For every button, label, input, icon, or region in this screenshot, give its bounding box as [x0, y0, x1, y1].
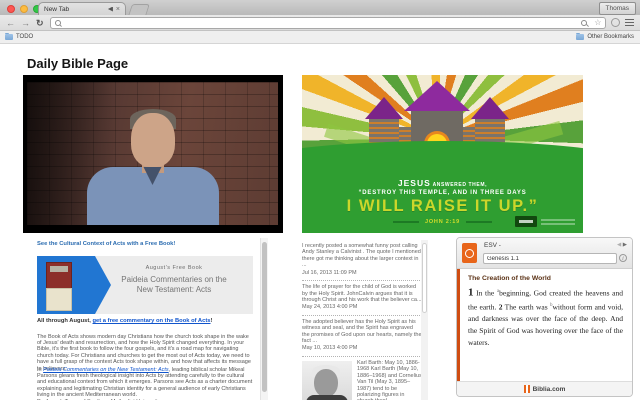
passage-heading: The Creation of the World	[468, 275, 551, 282]
search-icon	[54, 19, 61, 26]
feed-item[interactable]: The life of prayer for the child of God …	[302, 281, 422, 316]
feed-item[interactable]: Karl Barth: May 10, 1886-1968 Karl Barth…	[302, 357, 422, 400]
acts-paragraph-2: In Paideia Commentaries on the New Testa…	[37, 366, 253, 399]
free-commentary-link[interactable]: get a free commentary on the Book of Act…	[93, 318, 211, 324]
feed-item-time: Jul 16, 2013 11:09 PM	[302, 269, 357, 276]
close-window-button[interactable]	[7, 4, 15, 13]
feed-scrollbar-thumb[interactable]	[422, 243, 427, 313]
blog-feed: I recently posted a somewhat funny post …	[302, 240, 422, 400]
banner-kicker: August's Free Book	[145, 265, 203, 271]
video-frame	[27, 82, 278, 225]
page-title: Daily Bible Page	[27, 55, 129, 71]
window-controls	[7, 4, 41, 13]
previous-chapter-icon[interactable]: ◀	[617, 242, 621, 248]
acts-article: See the Cultural Context of Acts with a …	[37, 241, 253, 400]
biblia-footer-icon	[523, 385, 530, 393]
feed-item-text: I recently posted a somewhat funny post …	[302, 243, 421, 269]
verse-reference: JOHN 2:19	[424, 219, 461, 225]
book-cover-bottom	[46, 288, 72, 311]
feed-item[interactable]: I recently posted a somewhat funny post …	[302, 240, 422, 282]
browser-window: New Tab × Thomas ← → ↻ ☆ TODO Other Book…	[0, 0, 640, 400]
folder-icon	[5, 32, 13, 40]
menu-icon[interactable]	[625, 19, 635, 26]
address-bar[interactable]: ☆	[49, 16, 607, 29]
feed-item-text: The life of prayer for the child of God …	[302, 284, 422, 303]
minimize-window-button[interactable]	[20, 4, 28, 13]
paideia-link[interactable]: Paideia Commentaries on the New Testamen…	[43, 367, 169, 373]
free-book-banner[interactable]: August's Free Book Paideia Commentaries …	[37, 256, 253, 314]
poster-attribution	[515, 216, 575, 227]
biblia-logo-icon	[462, 243, 477, 263]
zoom-level-icon[interactable]	[581, 19, 588, 26]
acts-scrollbar-thumb[interactable]	[262, 242, 267, 392]
tab-new-tab[interactable]: New Tab ×	[38, 2, 126, 15]
attribution-lines	[541, 217, 575, 227]
esv-passage: The Creation of the World 1 In the abegi…	[457, 269, 632, 384]
biblia-link[interactable]: Biblia.com	[533, 386, 566, 393]
esv-widget-footer: Biblia.com	[457, 381, 632, 396]
feed-item[interactable]: The adopted believer has the Holy Spirit…	[302, 316, 422, 357]
back-icon[interactable]: ←	[6, 18, 15, 28]
esv-version-selector[interactable]: ESV -	[484, 242, 501, 249]
forward-icon[interactable]: →	[21, 18, 30, 28]
acts-scrollbar[interactable]	[260, 238, 268, 400]
window-titlebar: New Tab × Thomas	[0, 0, 640, 16]
feed-item-text: The adopted believer has the Holy Spirit…	[302, 318, 422, 345]
bookmark-folder-todo[interactable]: TODO	[5, 32, 34, 40]
profile-button[interactable]: Thomas	[598, 2, 636, 15]
biblescreen-badge	[515, 216, 537, 227]
tab-close-icon[interactable]: ×	[116, 6, 120, 13]
esv-widget-header: ESV - ◀ ▶ i	[457, 238, 632, 269]
tab-pin-icon	[107, 6, 113, 12]
reload-icon[interactable]: ↻	[36, 18, 44, 28]
bookmark-star-icon[interactable]: ☆	[594, 18, 601, 27]
folder-icon	[576, 32, 585, 40]
feed-item-time: May 24, 2013 4:00 PM	[302, 304, 358, 311]
extension-icon[interactable]	[611, 18, 621, 27]
video-speaker	[78, 105, 228, 225]
divider-line	[392, 221, 419, 223]
cta-line: All through August, get a free commentar…	[37, 318, 213, 324]
feed-item-time: May 10, 2013 4:00 PM	[302, 345, 358, 352]
bookmark-label: TODO	[16, 34, 34, 40]
banner-text: August's Free Book Paideia Commentaries …	[95, 256, 253, 314]
verse-reference-input[interactable]	[483, 253, 617, 264]
banner-title: Paideia Commentaries on the New Testamen…	[121, 275, 227, 294]
address-input[interactable]	[63, 18, 578, 27]
divider-line	[466, 221, 493, 223]
esv-bible-widget: ESV - ◀ ▶ i The Creation of the World 1 …	[456, 237, 633, 397]
bookmarks-bar: TODO Other Bookmarks	[0, 31, 640, 44]
bookmark-label: Other Bookmarks	[587, 34, 634, 40]
feed-scrollbar[interactable]	[421, 240, 428, 400]
acts-promo-link[interactable]: See the Cultural Context of Acts with a …	[37, 241, 253, 247]
karl-barth-photo	[302, 360, 352, 400]
book-cover-top	[46, 262, 72, 289]
verse-poster-image: JESUS ANSWERED THEM, “DESTROY THIS TEMPL…	[302, 75, 583, 233]
tab-title: New Tab	[44, 5, 70, 13]
bookmark-other-bookmarks[interactable]: Other Bookmarks	[576, 32, 634, 40]
passage-text: 1 In the abeginning, God created the hea…	[468, 286, 623, 348]
banner-book-covers	[37, 256, 111, 314]
video-player[interactable]	[23, 75, 283, 233]
esv-navigation: ◀ ▶	[617, 242, 627, 248]
next-chapter-icon[interactable]: ▶	[623, 242, 627, 248]
info-icon[interactable]: i	[619, 254, 627, 262]
browser-toolbar: ← → ↻ ☆	[0, 15, 640, 31]
